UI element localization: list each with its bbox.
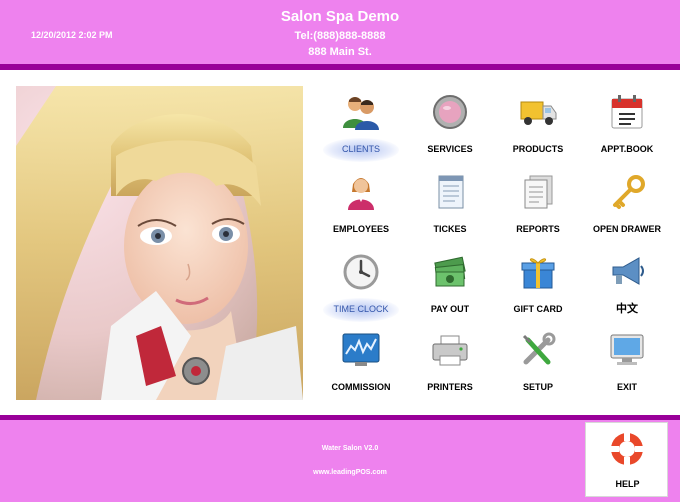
clients-label: CLIENTS [341, 144, 380, 154]
employees-label: EMPLOYEES [332, 224, 389, 234]
products-label: PRODUCTS [512, 144, 564, 154]
reports-button[interactable]: REPORTS [496, 168, 580, 244]
open-drawer-label: OPEN DRAWER [592, 224, 661, 234]
gift-box-icon [518, 252, 558, 292]
chart-monitor-icon [341, 330, 381, 370]
report-document-icon [518, 172, 558, 212]
clock-icon [341, 252, 381, 292]
open-drawer-button[interactable]: OPEN DRAWER [585, 168, 669, 244]
reports-label: REPORTS [516, 224, 560, 234]
pay-out-label: PAY OUT [430, 304, 470, 314]
money-icon [430, 252, 470, 292]
commission-label: COMMISSION [331, 382, 391, 392]
clients-button[interactable]: CLIENTS [319, 88, 403, 164]
setup-button[interactable]: SETUP [496, 326, 580, 402]
gift-card-label: GIFT CARD [513, 304, 563, 314]
store-address: 888 Main St. [308, 46, 372, 58]
help-label: HELP [615, 479, 640, 489]
calendar-icon [607, 92, 647, 132]
delivery-truck-icon [518, 92, 558, 132]
products-button[interactable]: PRODUCTS [496, 88, 580, 164]
footer-banner [0, 420, 680, 502]
time-clock-button[interactable]: TIME CLOCK [319, 248, 403, 324]
key-icon [607, 172, 647, 212]
header-divider [0, 64, 680, 70]
tools-icon [518, 330, 558, 370]
exit-button[interactable]: EXIT [585, 326, 669, 402]
pay-out-button[interactable]: PAY OUT [408, 248, 492, 324]
time-clock-label: TIME CLOCK [333, 304, 389, 314]
services-button[interactable]: SERVICES [408, 88, 492, 164]
lifebuoy-icon [607, 429, 647, 469]
megaphone-icon [607, 252, 647, 292]
setup-label: SETUP [522, 382, 553, 392]
computer-icon [607, 330, 647, 370]
notepad-icon [430, 172, 470, 212]
gift-card-button[interactable]: GIFT CARD [496, 248, 580, 324]
help-button[interactable]: HELP [585, 422, 668, 497]
website-link[interactable]: www.leadingPOS.com [280, 469, 420, 476]
tickets-label: TICKES [433, 224, 467, 234]
compact-mirror-icon [430, 92, 470, 132]
store-phone: Tel:(888)888-8888 [294, 30, 386, 42]
chinese-language-button[interactable]: 中文 [585, 248, 669, 324]
appt-book-label: APPT.BOOK [600, 144, 654, 154]
printers-label: PRINTERS [427, 382, 473, 392]
appt-book-button[interactable]: APPT.BOOK [585, 88, 669, 164]
exit-label: EXIT [616, 382, 637, 392]
tickets-button[interactable]: TICKES [408, 168, 492, 244]
services-label: SERVICES [427, 144, 473, 154]
chinese-language-label: 中文 [616, 303, 638, 315]
printers-button[interactable]: PRINTERS [408, 326, 492, 402]
printer-icon [430, 330, 470, 370]
version-label: Water Salon V2.0 [321, 445, 379, 452]
employee-icon [341, 172, 381, 212]
commission-button[interactable]: COMMISSION [319, 326, 403, 402]
clients-icon [341, 92, 381, 132]
store-name: Salon Spa Demo [280, 8, 400, 25]
promo-portrait-image [16, 86, 303, 400]
employees-button[interactable]: EMPLOYEES [319, 168, 403, 244]
